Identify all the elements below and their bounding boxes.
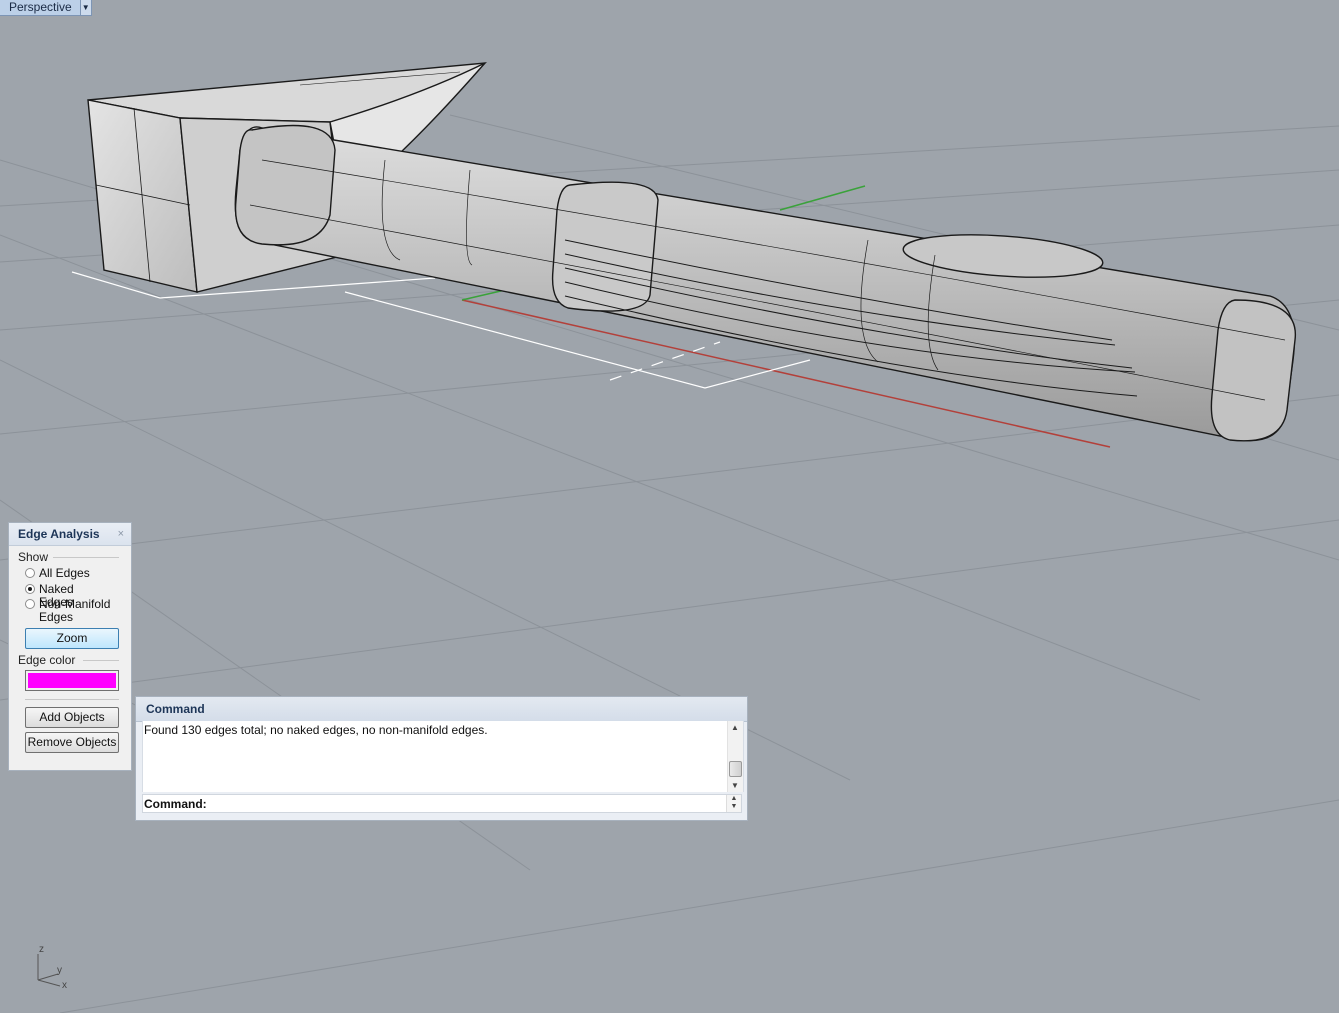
zoom-button[interactable]: Zoom bbox=[25, 628, 119, 649]
command-title: Command bbox=[146, 702, 205, 716]
perspective-viewport[interactable] bbox=[0, 0, 1339, 1013]
command-spin-icon[interactable]: ▲ ▼ bbox=[726, 795, 741, 812]
radio-label: Non-Manifold Edges bbox=[39, 597, 111, 624]
command-history[interactable]: Found 130 edges total; no naked edges, n… bbox=[142, 721, 744, 792]
remove-objects-button[interactable]: Remove Objects bbox=[25, 732, 119, 753]
viewport-tab[interactable]: Perspective ▼ bbox=[0, 0, 92, 16]
command-history-text: Found 130 edges total; no naked edges, n… bbox=[144, 723, 488, 737]
divider bbox=[53, 557, 119, 558]
add-objects-button[interactable]: Add Objects bbox=[25, 707, 119, 728]
hammer-handle bbox=[234, 124, 1296, 442]
edge-analysis-panel: Edge Analysis × Show All Edges Naked Edg… bbox=[8, 522, 132, 771]
axis-z-label: z bbox=[39, 944, 44, 955]
divider bbox=[83, 660, 119, 661]
viewport-canvas[interactable] bbox=[0, 0, 1339, 1013]
scroll-down-icon[interactable]: ▼ bbox=[731, 781, 739, 790]
axis-y-label: y bbox=[57, 965, 62, 976]
radio-button[interactable] bbox=[25, 568, 35, 578]
world-axes-icon: z y x bbox=[37, 944, 67, 991]
radio-button[interactable] bbox=[25, 584, 35, 594]
command-line[interactable]: Command: ▲ ▼ bbox=[142, 794, 742, 813]
scroll-thumb[interactable] bbox=[729, 761, 742, 777]
panel-header: Edge Analysis × bbox=[9, 523, 131, 546]
axis-x-label: x bbox=[62, 980, 67, 991]
radio-all-edges[interactable]: All Edges bbox=[25, 567, 111, 580]
chevron-down-icon[interactable]: ▼ bbox=[79, 0, 91, 15]
history-scrollbar[interactable]: ▲ ▼ bbox=[727, 721, 743, 792]
panel-title: Edge Analysis bbox=[18, 527, 100, 541]
command-header: Command bbox=[136, 697, 747, 722]
viewport-title[interactable]: Perspective bbox=[0, 0, 80, 15]
radio-button[interactable] bbox=[25, 599, 35, 609]
command-input[interactable] bbox=[211, 796, 721, 811]
radio-non-manifold-edges[interactable]: Non-Manifold Edges bbox=[25, 598, 111, 624]
divider bbox=[25, 699, 119, 700]
command-prompt: Command: bbox=[144, 797, 207, 811]
edge-color-label: Edge color bbox=[18, 653, 76, 667]
y-axis-line bbox=[461, 289, 506, 301]
show-section-label: Show bbox=[18, 550, 49, 564]
radio-label: All Edges bbox=[39, 566, 90, 580]
edge-color-swatch[interactable] bbox=[25, 670, 119, 691]
close-icon[interactable]: × bbox=[118, 528, 124, 540]
command-panel: Command Found 130 edges total; no naked … bbox=[135, 696, 748, 821]
edge-color-fill bbox=[28, 673, 116, 688]
scroll-up-icon[interactable]: ▲ bbox=[731, 723, 739, 732]
